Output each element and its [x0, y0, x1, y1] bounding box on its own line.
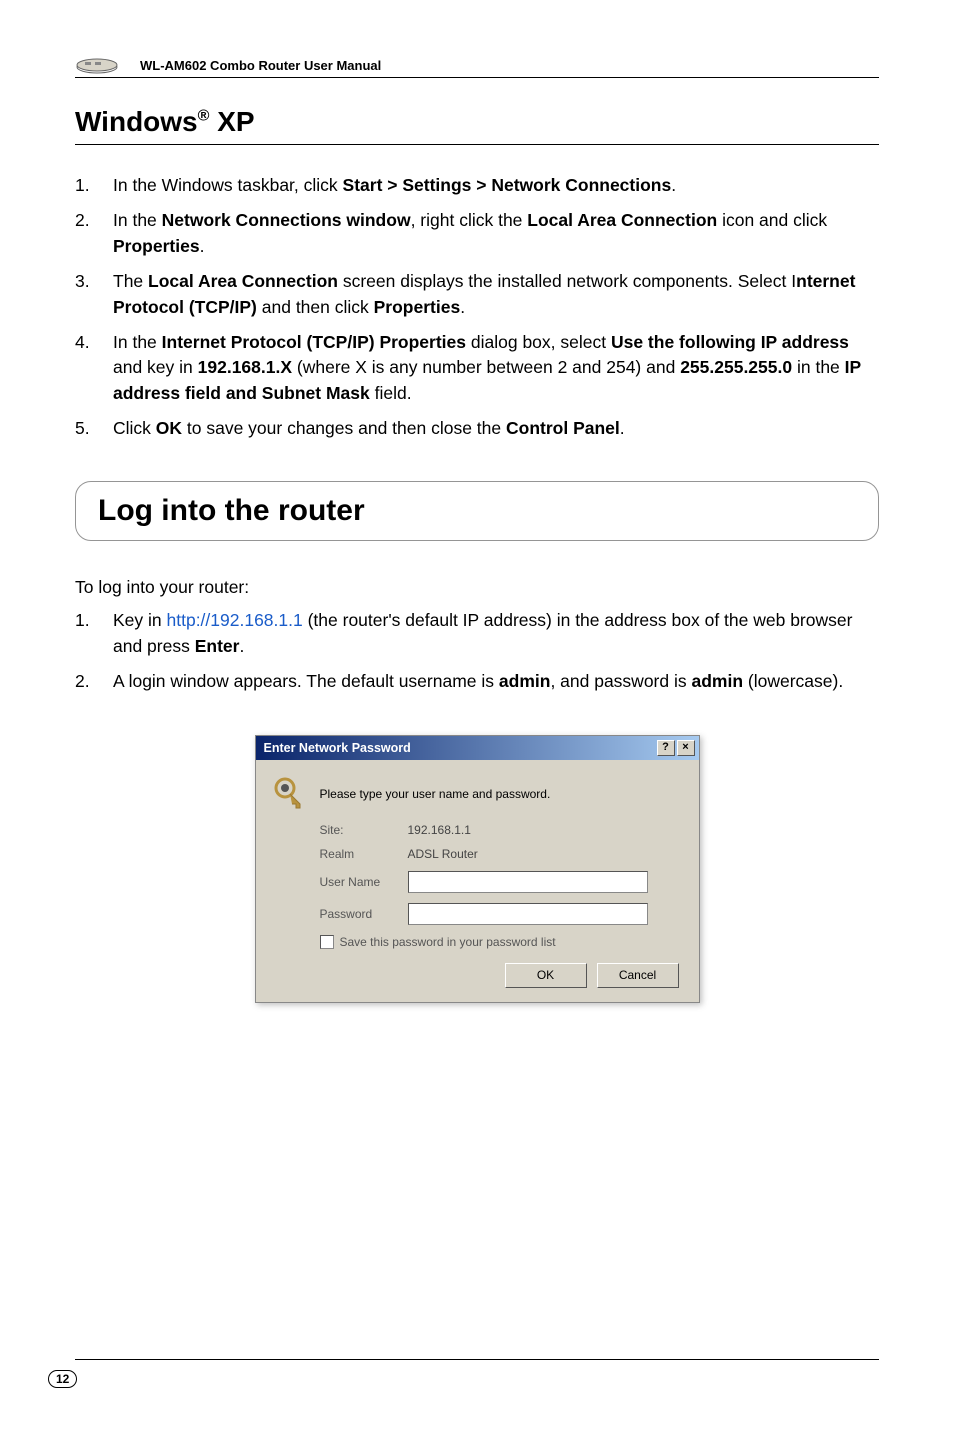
ok-button[interactable]: OK: [505, 963, 587, 988]
step-item: Key in http://192.168.1.1 (the router's …: [75, 608, 879, 659]
dialog-screenshot: Enter Network Password ? × Please ty: [75, 735, 879, 1003]
password-input[interactable]: [408, 903, 648, 925]
username-label: User Name: [320, 875, 408, 889]
enter-network-password-dialog: Enter Network Password ? × Please ty: [255, 735, 700, 1003]
password-label: Password: [320, 907, 408, 921]
save-password-checkbox[interactable]: [320, 935, 334, 949]
site-value: 192.168.1.1: [408, 823, 471, 837]
page-header: WL-AM602 Combo Router User Manual: [75, 55, 879, 78]
key-icon: [272, 776, 306, 810]
page-number: 12: [48, 1370, 77, 1388]
steps-list-login: Key in http://192.168.1.1 (the router's …: [75, 608, 879, 694]
manual-title: WL-AM602 Combo Router User Manual: [140, 58, 381, 73]
footer-divider: [75, 1359, 879, 1360]
steps-list-windows: In the Windows taskbar, click Start > Se…: [75, 173, 879, 441]
save-password-label: Save this password in your password list: [340, 935, 556, 949]
section-heading-login: Log into the router: [98, 494, 856, 528]
realm-value: ADSL Router: [408, 847, 478, 861]
realm-label: Realm: [320, 847, 408, 861]
step-item: A login window appears. The default user…: [75, 669, 879, 694]
close-button[interactable]: ×: [677, 740, 695, 756]
help-button[interactable]: ?: [657, 740, 675, 756]
dialog-prompt: Please type your user name and password.: [320, 787, 551, 801]
router-ip-link: http://192.168.1.1: [167, 610, 303, 630]
step-item: In the Network Connections window, right…: [75, 208, 879, 259]
step-item: In the Windows taskbar, click Start > Se…: [75, 173, 879, 198]
username-input[interactable]: [408, 871, 648, 893]
section-heading-box: Log into the router: [75, 481, 879, 541]
step-item: In the Internet Protocol (TCP/IP) Proper…: [75, 330, 879, 406]
dialog-titlebar: Enter Network Password ? ×: [256, 736, 699, 760]
section-title-windows-xp: Windows® XP: [75, 106, 879, 145]
intro-text: To log into your router:: [75, 577, 879, 598]
step-item: Click OK to save your changes and then c…: [75, 416, 879, 441]
site-label: Site:: [320, 823, 408, 837]
router-icon: [75, 55, 130, 75]
dialog-title-text: Enter Network Password: [264, 741, 411, 755]
step-item: The Local Area Connection screen display…: [75, 269, 879, 320]
cancel-button[interactable]: Cancel: [597, 963, 679, 988]
page-footer: 12: [48, 1370, 77, 1388]
